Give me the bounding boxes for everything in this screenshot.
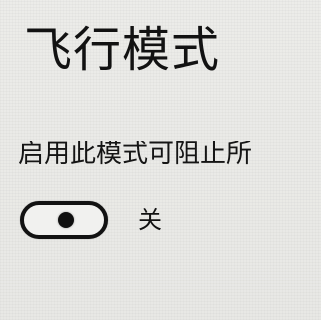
airplane-mode-toggle-row: 关 bbox=[20, 197, 162, 243]
airplane-mode-description: 启用此模式可阻止所 bbox=[18, 141, 253, 167]
airplane-mode-settings-panel: 飞行模式 启用此模式可阻止所 关 bbox=[0, 0, 321, 320]
toggle-thumb bbox=[58, 212, 74, 228]
toggle-state-label: 关 bbox=[138, 206, 162, 234]
airplane-mode-toggle[interactable] bbox=[20, 201, 108, 239]
page-title: 飞行模式 bbox=[24, 22, 221, 78]
